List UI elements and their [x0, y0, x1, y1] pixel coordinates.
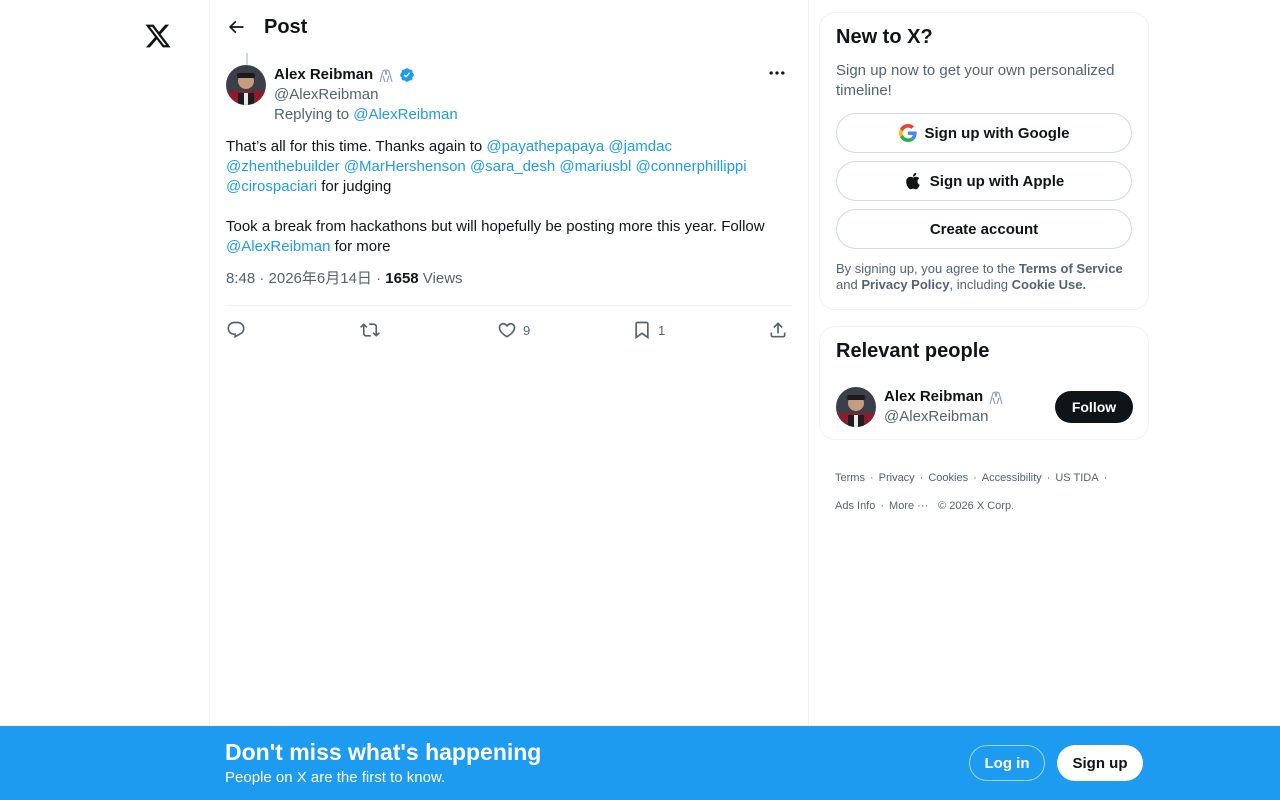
bottom-bar-title: Don't miss what's happening — [225, 739, 542, 765]
post-timestamp[interactable]: 8:48 · 2026年6月14日 · — [226, 270, 385, 287]
likes-count: 9 — [523, 322, 531, 338]
views-count: 1658 — [385, 270, 419, 287]
footer-separator: · — [880, 500, 885, 512]
relevant-person-name[interactable]: Alex Reibman — [884, 387, 1005, 407]
back-arrow-icon[interactable] — [224, 15, 248, 39]
legal-text-2: and — [836, 277, 862, 292]
footer-link-ads-info[interactable]: Ads Info — [835, 498, 875, 514]
apple-icon — [905, 172, 920, 190]
author-name[interactable]: Alex Reibman — [274, 65, 415, 85]
repost-icon — [360, 323, 380, 337]
reply-button[interactable] — [226, 320, 246, 340]
footer-separator: · — [1046, 472, 1051, 484]
create-account-label: Create account — [929, 220, 1039, 238]
footer-link-more[interactable]: More ··· — [889, 498, 928, 514]
share-button[interactable] — [768, 320, 788, 340]
bookmarks-count: 1 — [658, 322, 666, 338]
thread-line — [246, 53, 248, 65]
post-text-second: Took a break from hackathons but will ho… — [226, 218, 765, 235]
repost-button[interactable] — [360, 320, 380, 340]
mention-link[interactable]: @sara_desh — [470, 158, 555, 175]
mention-link[interactable]: @zhenthebuilder — [226, 158, 340, 175]
replying-prefix: Replying to — [274, 106, 354, 123]
new-to-x-subtitle: Sign up now to get your own personalized… — [836, 62, 1115, 99]
post-text-after-mentions: for judging — [317, 178, 392, 195]
relevant-people-card: Relevant people Alex Reibman @AlexReibma… — [819, 326, 1149, 440]
post-paragraph-1: That’s all for this time. Thanks again t… — [226, 137, 792, 197]
create-account-button[interactable]: Create account — [836, 209, 1132, 249]
privacy-policy-link[interactable]: Privacy Policy — [861, 277, 949, 292]
author-handle[interactable]: @AlexReibman — [274, 85, 378, 105]
relevant-person-handle[interactable]: @AlexReibman — [884, 407, 988, 427]
footer-separator: · — [869, 472, 874, 484]
relevant-person-avatar[interactable] — [836, 387, 876, 427]
new-to-x-card: New to X? Sign up now to get your own pe… — [819, 12, 1149, 310]
author-avatar[interactable] — [226, 65, 266, 105]
footer-link-accessibility[interactable]: Accessibility — [982, 470, 1042, 486]
post-text: That’s all for this time. Thanks again t… — [226, 137, 792, 257]
footer-link-terms[interactable]: Terms — [835, 470, 865, 486]
bottom-bar-subtitle: People on X are the first to know. — [225, 769, 446, 786]
footer-row: Terms · Privacy · Cookies · Accessibility · … — [835, 470, 1135, 486]
like-button[interactable]: 9 — [497, 320, 530, 340]
bottom-signup-bar: Don't miss what's happening People on X … — [0, 726, 1280, 800]
page-title: Post — [264, 16, 308, 38]
copyright: © 2026 X Corp. — [938, 500, 1015, 512]
footer-link-privacy[interactable]: Privacy — [879, 470, 915, 486]
replying-to: Replying to @AlexReibman — [274, 105, 458, 125]
author-name-text: Alex Reibman — [274, 66, 374, 83]
more-options-icon[interactable] — [766, 62, 788, 84]
cookie-use-link[interactable]: Cookie Use. — [1012, 277, 1086, 292]
divider — [226, 305, 792, 306]
google-signup-label: Sign up with Google — [924, 124, 1070, 142]
post-header: Post — [210, 0, 808, 53]
main-column: Post Alex Reibman @AlexReibman Replying … — [209, 0, 809, 800]
mention-link[interactable]: @MarHershenson — [344, 158, 466, 175]
relevant-person-name-text: Alex Reibman — [884, 388, 984, 405]
mention-link[interactable]: @jamdac — [608, 138, 672, 155]
share-icon — [770, 322, 786, 338]
hands-emoji-icon — [987, 389, 1005, 405]
google-signup-button[interactable]: Sign up with Google — [836, 113, 1132, 153]
legal-text-3: , including — [949, 277, 1012, 292]
mention-link[interactable]: @mariusbl — [559, 158, 631, 175]
signup-button[interactable]: Sign up — [1057, 745, 1143, 781]
apple-signup-label: Sign up with Apple — [929, 172, 1065, 190]
post-actions: 9 1 — [226, 320, 792, 344]
google-icon — [898, 124, 917, 142]
footer-separator: · — [919, 472, 924, 484]
replying-handle-link[interactable]: @AlexReibman — [353, 106, 457, 123]
post-paragraph-2: Took a break from hackathons but will ho… — [226, 217, 792, 257]
mention-link[interactable]: @payathepapaya — [486, 138, 604, 155]
relevant-people-title: Relevant people — [836, 340, 990, 362]
post-text-second-end: for more — [330, 238, 391, 255]
post-meta: 8:48 · 2026年6月14日 · 1658 Views — [226, 269, 463, 289]
terms-of-service-link[interactable]: Terms of Service — [1019, 261, 1123, 276]
verified-badge-icon — [399, 67, 415, 83]
legal-text-1: By signing up, you agree to the — [836, 261, 1019, 276]
bookmark-button[interactable]: 1 — [632, 320, 665, 340]
footer-link-cookies[interactable]: Cookies — [928, 470, 968, 486]
views-label: Views — [418, 270, 463, 287]
x-logo-icon[interactable] — [144, 22, 172, 50]
mention-link[interactable]: @connerphillippi — [635, 158, 746, 175]
post-text-intro: That’s all for this time. Thanks again t… — [226, 138, 487, 155]
footer-separator: · — [973, 472, 977, 484]
apple-signup-button[interactable]: Sign up with Apple — [836, 161, 1132, 201]
footer-link-us-tida[interactable]: US TIDA — [1055, 470, 1098, 486]
footer-links: Terms · Privacy · Cookies · Accessibility · … — [835, 470, 1135, 526]
follow-button[interactable]: Follow — [1055, 391, 1133, 423]
reply-icon — [227, 321, 245, 339]
legal-text: By signing up, you agree to the Terms of… — [836, 261, 1136, 293]
footer-row: Ads Info · More ··· © 2026 X Corp. — [835, 498, 1135, 514]
login-button[interactable]: Log in — [969, 745, 1045, 781]
mention-link[interactable]: @cirospaciari — [226, 178, 317, 195]
bookmark-icon — [635, 321, 649, 340]
hands-emoji-icon — [377, 67, 395, 83]
follow-mention-link[interactable]: @AlexReibman — [226, 238, 330, 255]
heart-icon — [498, 322, 516, 338]
new-to-x-title: New to X? — [836, 26, 933, 48]
footer-separator: · — [1103, 472, 1108, 484]
